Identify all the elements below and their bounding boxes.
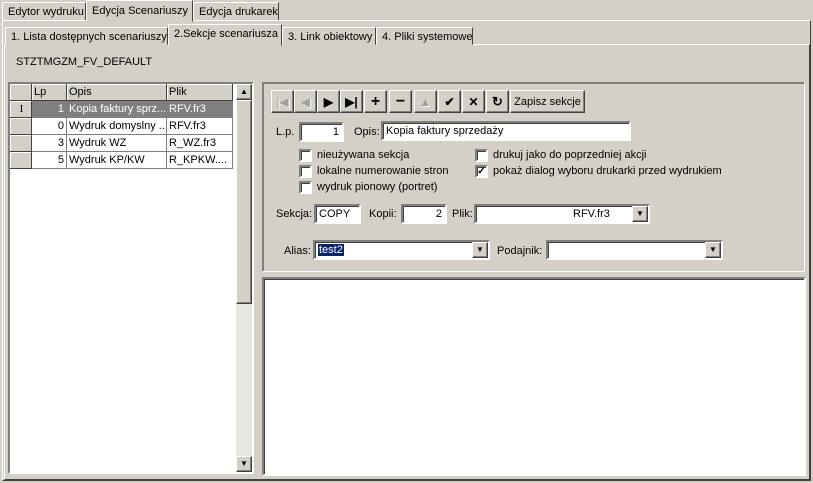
alias-value: test2 — [318, 244, 344, 256]
last-record-button[interactable]: ▶| — [340, 90, 363, 113]
table-row-opis[interactable]: Wydruk WZ — [67, 135, 167, 152]
portrait-label[interactable]: wydruk pionowy (portret) — [317, 181, 437, 193]
table-row-lp[interactable]: 3 — [32, 135, 67, 152]
opis-field[interactable]: Kopia faktury sprzedaży — [381, 121, 631, 141]
unused-section-checkbox[interactable] — [299, 149, 312, 162]
plik-select[interactable]: RFV.fr3 ▼ — [474, 204, 650, 224]
post-record-button[interactable]: ✔ — [438, 90, 461, 113]
portrait-checkbox[interactable] — [299, 181, 312, 194]
cancel-record-button[interactable]: ✕ — [462, 90, 485, 113]
table-row-lp[interactable]: 5 — [32, 152, 67, 169]
table-row-opis[interactable]: Kopia faktury sprz... — [67, 101, 167, 118]
table-row-opis[interactable]: Wydruk KP/KW — [67, 152, 167, 169]
local-numbering-checkbox[interactable] — [299, 165, 312, 178]
alias-label: Alias: — [284, 245, 311, 257]
podajnik-select[interactable]: ▼ — [546, 240, 723, 260]
edit-record-button[interactable]: ▲ — [414, 90, 437, 113]
local-numbering-label[interactable]: lokalne numerowanie stron — [317, 165, 448, 177]
grid-header-opis[interactable]: Opis — [67, 84, 167, 101]
next-record-button[interactable]: ▶ — [317, 90, 340, 113]
scenario-name: STZTMGZM_FV_DEFAULT — [16, 56, 153, 68]
table-row-opis[interactable]: Wydruk domyslny ... — [67, 118, 167, 135]
chevron-down-icon[interactable]: ▼ — [705, 242, 721, 258]
opis-label: Opis: — [354, 126, 380, 138]
preview-area[interactable] — [262, 277, 806, 476]
table-row-lp[interactable]: 1 — [32, 101, 67, 118]
delete-record-button[interactable]: − — [389, 90, 412, 113]
kopii-field[interactable]: 2 — [401, 204, 447, 224]
plik-label: Plik: — [452, 208, 473, 220]
chevron-down-icon[interactable]: ▼ — [632, 206, 648, 222]
table-row-plik[interactable]: R_KPKW.... — [167, 152, 233, 169]
kopii-label: Kopii: — [369, 208, 397, 220]
show-printer-dialog-label[interactable]: pokaż dialog wyboru drukarki przed wydru… — [493, 165, 722, 177]
podajnik-label: Podajnik: — [497, 245, 543, 257]
sections-grid[interactable]: Lp Opis Plik I 1 Kopia faktury sprz... R… — [8, 82, 254, 474]
grid-scrollbar[interactable]: ▲ ▼ — [236, 84, 252, 472]
alias-select[interactable]: test2 ▼ — [313, 240, 490, 260]
sekcja-field[interactable]: COPY — [314, 204, 361, 224]
row-indicator[interactable] — [10, 135, 32, 152]
first-record-button[interactable]: |◀ — [271, 90, 294, 113]
scroll-down-button[interactable]: ▼ — [236, 456, 252, 472]
sekcja-label: Sekcja: — [276, 208, 313, 220]
refresh-button[interactable]: ↻ — [486, 90, 509, 113]
scroll-up-button[interactable]: ▲ — [236, 84, 252, 100]
table-row-plik[interactable]: RFV.fr3 — [167, 118, 233, 135]
row-indicator[interactable] — [10, 152, 32, 169]
table-row-plik[interactable]: R_WZ.fr3 — [167, 135, 233, 152]
show-printer-dialog-checkbox[interactable]: ✓ — [475, 165, 488, 178]
lp-field[interactable]: 1 — [299, 122, 344, 142]
lp-label: L.p. — [276, 126, 295, 138]
table-row-plik[interactable]: RFV.fr3 — [167, 101, 233, 118]
grid-header-indicator — [10, 84, 32, 101]
print-as-previous-label[interactable]: drukuj jako do poprzedniej akcji — [493, 149, 646, 161]
plik-value: RFV.fr3 — [573, 208, 610, 220]
grid-header-lp[interactable]: Lp — [32, 84, 67, 101]
table-row-lp[interactable]: 0 — [32, 118, 67, 135]
row-indicator[interactable]: I — [10, 101, 32, 118]
chevron-down-icon[interactable]: ▼ — [472, 242, 488, 258]
grid-header-plik[interactable]: Plik — [167, 84, 233, 101]
unused-section-label[interactable]: nieużywana sekcja — [317, 149, 409, 161]
print-as-previous-checkbox[interactable] — [475, 149, 488, 162]
scroll-thumb[interactable] — [236, 100, 252, 304]
save-sections-button[interactable]: Zapisz sekcje — [510, 90, 585, 113]
add-record-button[interactable]: + — [364, 90, 387, 113]
row-indicator[interactable] — [10, 118, 32, 135]
prev-record-button[interactable]: ◀ — [294, 90, 317, 113]
